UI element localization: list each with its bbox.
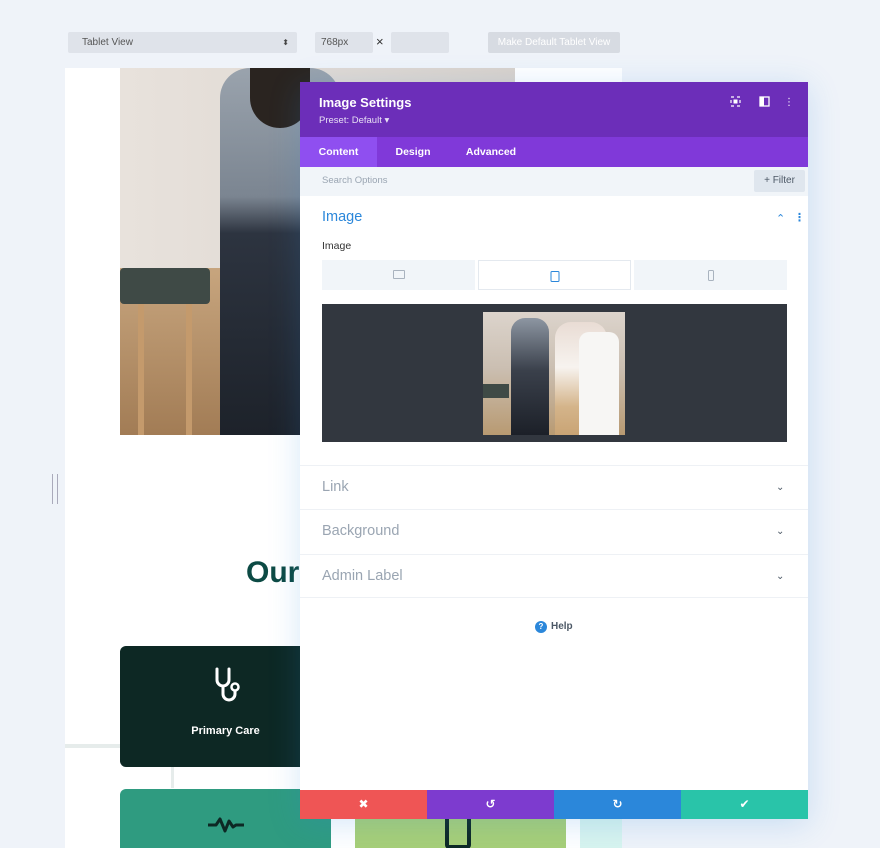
make-default-button[interactable]: Make Default Tablet View: [488, 32, 620, 53]
resize-handle[interactable]: [52, 474, 58, 504]
section-divider: [300, 509, 808, 510]
tab-design[interactable]: Design: [377, 137, 449, 167]
photo-stool: [120, 268, 210, 435]
undo-button[interactable]: ↺: [427, 790, 554, 819]
help-label: Help: [551, 621, 573, 632]
cancel-button[interactable]: ✖: [300, 790, 427, 819]
view-mode-select[interactable]: Tablet View ⬍: [68, 32, 297, 53]
stool-leg: [186, 304, 192, 435]
modal-footer: ✖ ↺ ↻ ✔: [300, 790, 808, 819]
undo-icon: ↺: [485, 797, 496, 811]
thumb-coat: [579, 332, 619, 435]
filter-button[interactable]: + Filter: [754, 170, 805, 192]
search-options-input[interactable]: Search Options: [322, 175, 387, 186]
responsive-device-tabs: [322, 260, 787, 290]
tablet-icon: [550, 271, 559, 282]
stethoscope-svg: [215, 667, 240, 702]
height-input[interactable]: [391, 32, 449, 53]
desktop-icon: [392, 270, 405, 279]
tab-advanced[interactable]: Advanced: [449, 137, 533, 167]
chevron-down-icon[interactable]: ⌄: [776, 482, 784, 493]
view-mode-select-value: Tablet View: [82, 37, 133, 48]
clipboard-icon: [445, 815, 471, 848]
section-heading: Our: [246, 556, 300, 589]
check-icon: ✔: [739, 797, 750, 811]
section-image-title[interactable]: Image: [322, 209, 362, 225]
close-icon: ✖: [358, 797, 369, 811]
section-link-title[interactable]: Link: [322, 479, 349, 495]
section-divider: [300, 554, 808, 555]
heartbeat-svg: [207, 817, 244, 833]
stool-leg: [138, 304, 144, 435]
select-arrows-icon: ⬍: [282, 38, 289, 47]
help-link[interactable]: ? Help: [535, 621, 573, 633]
chevron-up-icon[interactable]: ⌃: [776, 212, 785, 225]
save-button[interactable]: ✔: [681, 790, 808, 819]
image-settings-modal: Image Settings Preset: Default ▾ ⋮ Conte…: [300, 82, 808, 819]
modal-title: Image Settings: [319, 95, 412, 110]
stool-top: [120, 268, 210, 304]
thumb-table: [483, 384, 509, 398]
search-options-bar: Search Options + Filter: [300, 167, 808, 196]
more-vertical-icon[interactable]: ⋮: [782, 96, 796, 110]
thumb-patient: [511, 318, 549, 435]
redo-button[interactable]: ↻: [554, 790, 681, 819]
section-options-icon[interactable]: ⋮: [794, 211, 805, 224]
width-input[interactable]: 768px: [315, 32, 373, 53]
image-upload-preview[interactable]: [322, 304, 787, 442]
section-divider: [300, 465, 808, 466]
sidebar-toggle-icon[interactable]: [757, 96, 771, 110]
section-background-title[interactable]: Background: [322, 523, 399, 539]
preset-selector[interactable]: Preset: Default ▾: [319, 115, 389, 126]
chevron-down-icon[interactable]: ⌄: [776, 571, 784, 582]
device-tab-desktop[interactable]: [322, 260, 475, 290]
device-tab-tablet[interactable]: [478, 260, 631, 290]
image-thumbnail: [483, 312, 625, 435]
phone-icon: [707, 270, 714, 281]
image-field-label: Image: [322, 240, 352, 252]
section-admin-label-title[interactable]: Admin Label: [322, 568, 403, 584]
chevron-down-icon[interactable]: ⌄: [776, 526, 784, 537]
tab-content[interactable]: Content: [300, 137, 377, 167]
settings-tabs: Content Design Advanced: [300, 137, 808, 167]
times-icon: ×: [376, 34, 384, 49]
redo-icon: ↻: [612, 797, 623, 811]
section-divider: [300, 597, 808, 598]
modal-header: Image Settings Preset: Default ▾ ⋮: [300, 82, 808, 137]
help-icon: ?: [535, 621, 547, 633]
device-tab-phone[interactable]: [634, 260, 787, 290]
focus-icon[interactable]: [728, 96, 742, 110]
